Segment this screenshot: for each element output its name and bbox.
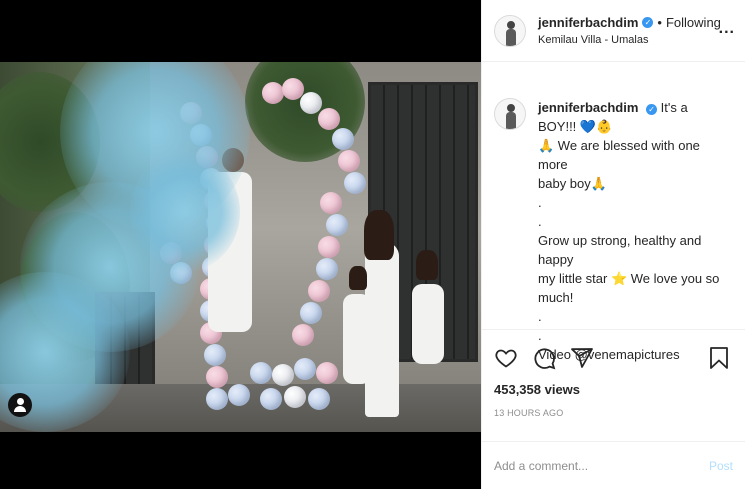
verified-icon: ✓ <box>642 17 654 28</box>
username-link[interactable]: jenniferbachdim <box>538 100 638 115</box>
caption: jenniferbachdim ✓ It's a BOY!!! 💙👶 🙏 We … <box>482 62 745 362</box>
caption-text: jenniferbachdim ✓ It's a BOY!!! 💙👶 🙏 We … <box>538 98 728 364</box>
comment-bar: Post <box>482 441 745 489</box>
post-comment-button[interactable]: Post <box>709 459 733 473</box>
bookmark-icon[interactable] <box>707 346 731 370</box>
following-button[interactable]: Following <box>666 15 721 30</box>
person-child <box>343 294 371 384</box>
caption-line: my little star ⭐ We love you so <box>538 271 720 286</box>
caption-line: . <box>538 214 542 229</box>
avatar[interactable] <box>494 98 526 130</box>
post-sidebar: jenniferbachdim ✓ • Following Kemilau Vi… <box>481 0 745 489</box>
heart-icon[interactable] <box>494 346 518 370</box>
post-header: jenniferbachdim ✓ • Following Kemilau Vi… <box>482 0 745 62</box>
caption-line: baby boy🙏 <box>538 176 607 191</box>
video-frame <box>0 62 481 432</box>
caption-line: . <box>538 309 542 324</box>
post-timestamp[interactable]: 13 HOURS AGO <box>494 408 563 418</box>
avatar[interactable] <box>494 14 526 47</box>
caption-line: . <box>538 195 542 210</box>
separator-dot: • <box>657 15 662 30</box>
username-link[interactable]: jenniferbachdim <box>538 15 638 30</box>
location-link[interactable]: Kemilau Villa - Umalas <box>538 34 721 46</box>
caption-line: much! <box>538 290 574 305</box>
caption-line: Grow up strong, healthy and happy <box>538 233 702 267</box>
caption-line: 🙏 We are blessed with one more <box>538 138 700 172</box>
comment-icon[interactable] <box>532 346 556 370</box>
view-count[interactable]: 453,358 views <box>494 382 580 397</box>
person-child <box>412 284 444 364</box>
share-icon[interactable] <box>570 346 594 370</box>
verified-icon: ✓ <box>646 104 658 115</box>
user-tag-icon[interactable] <box>8 393 32 417</box>
post-video[interactable] <box>0 0 481 489</box>
action-bar <box>494 340 731 376</box>
comment-input[interactable] <box>494 458 709 473</box>
more-options-icon[interactable]: ... <box>719 21 735 37</box>
